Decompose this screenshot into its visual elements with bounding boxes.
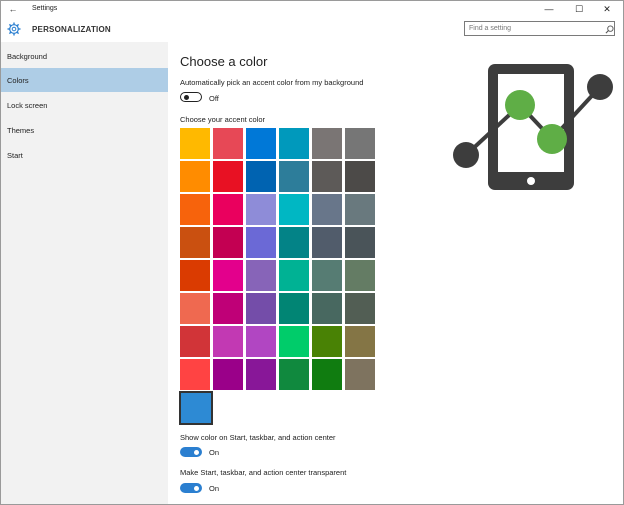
color-swatch[interactable] xyxy=(246,326,276,357)
color-swatch[interactable] xyxy=(312,128,342,159)
color-swatch[interactable] xyxy=(345,161,375,192)
transparent-toggle[interactable] xyxy=(180,483,202,493)
section-title: Choose a color xyxy=(180,54,268,69)
color-swatch[interactable] xyxy=(279,293,309,324)
search-icon[interactable] xyxy=(605,25,614,34)
color-swatch[interactable] xyxy=(312,359,342,390)
color-swatch[interactable] xyxy=(213,293,243,324)
color-swatch[interactable] xyxy=(345,194,375,225)
show-color-toggle[interactable] xyxy=(180,447,202,457)
color-swatch[interactable] xyxy=(213,128,243,159)
settings-window: ← Settings — ☐ ✕ PERSONALIZATION Find a … xyxy=(0,0,624,505)
color-swatch[interactable] xyxy=(246,194,276,225)
sidebar-item-label: Themes xyxy=(7,126,35,135)
sidebar-item-label: Colors xyxy=(7,76,29,85)
color-swatch[interactable] xyxy=(246,359,276,390)
color-swatch[interactable] xyxy=(345,260,375,291)
color-swatch[interactable] xyxy=(180,194,210,225)
show-color-state: On xyxy=(209,448,220,457)
color-swatch[interactable] xyxy=(312,161,342,192)
color-swatch[interactable] xyxy=(246,161,276,192)
color-swatch[interactable] xyxy=(180,128,210,159)
show-color-label: Show color on Start, taskbar, and action… xyxy=(180,433,336,442)
toggle-knob xyxy=(194,485,199,491)
window-title: Settings xyxy=(32,5,58,12)
accent-color-label: Choose your accent color xyxy=(180,115,266,124)
color-swatch[interactable] xyxy=(180,161,210,192)
color-swatch[interactable] xyxy=(312,326,342,357)
sidebar: Background Colors Lock screen Themes Sta… xyxy=(1,42,168,504)
close-button[interactable]: ✕ xyxy=(593,1,621,18)
color-swatch[interactable] xyxy=(345,359,375,390)
color-swatch[interactable] xyxy=(279,161,309,192)
color-swatch[interactable] xyxy=(279,194,309,225)
sidebar-item-start[interactable]: Start xyxy=(1,143,168,167)
back-arrow-icon[interactable]: ← xyxy=(7,3,19,15)
auto-pick-toggle[interactable] xyxy=(180,92,202,102)
color-swatch[interactable] xyxy=(213,260,243,291)
color-swatch[interactable] xyxy=(345,128,375,159)
color-swatch[interactable] xyxy=(312,194,342,225)
page-title: PERSONALIZATION xyxy=(32,25,111,34)
color-swatch[interactable] xyxy=(213,194,243,225)
color-swatch[interactable] xyxy=(246,227,276,258)
color-swatch[interactable] xyxy=(213,359,243,390)
selected-accent-color[interactable] xyxy=(179,391,213,425)
color-swatch[interactable] xyxy=(312,293,342,324)
color-swatch[interactable] xyxy=(345,293,375,324)
sidebar-item-label: Lock screen xyxy=(7,101,48,110)
color-swatch[interactable] xyxy=(180,260,210,291)
sidebar-item-themes[interactable]: Themes xyxy=(1,118,168,142)
color-swatch[interactable] xyxy=(246,293,276,324)
color-swatch[interactable] xyxy=(279,260,309,291)
color-swatch[interactable] xyxy=(246,260,276,291)
accent-color-grid xyxy=(180,128,380,394)
phone-graph-logo-icon xyxy=(453,64,613,190)
color-swatch[interactable] xyxy=(279,128,309,159)
color-swatch[interactable] xyxy=(279,359,309,390)
color-swatch[interactable] xyxy=(213,326,243,357)
color-swatch[interactable] xyxy=(180,227,210,258)
minimize-button[interactable]: — xyxy=(535,1,563,18)
color-swatch[interactable] xyxy=(345,227,375,258)
toggle-knob xyxy=(194,449,199,455)
color-swatch[interactable] xyxy=(312,260,342,291)
sidebar-item-lock-screen[interactable]: Lock screen xyxy=(1,93,168,117)
sidebar-item-label: Background xyxy=(7,52,48,61)
color-swatch[interactable] xyxy=(213,161,243,192)
maximize-button[interactable]: ☐ xyxy=(565,1,593,18)
transparent-state: On xyxy=(209,484,220,493)
color-swatch[interactable] xyxy=(279,227,309,258)
sidebar-item-label: Start xyxy=(7,151,23,160)
toggle-knob xyxy=(184,94,189,100)
color-swatch[interactable] xyxy=(180,359,210,390)
color-swatch[interactable] xyxy=(279,326,309,357)
transparent-label: Make Start, taskbar, and action center t… xyxy=(180,468,347,477)
color-swatch[interactable] xyxy=(213,227,243,258)
color-swatch[interactable] xyxy=(345,326,375,357)
sidebar-item-background[interactable]: Background xyxy=(1,44,168,68)
auto-pick-state: Off xyxy=(209,94,219,103)
color-swatch[interactable] xyxy=(180,326,210,357)
gear-icon xyxy=(7,22,21,36)
title-bar: ← Settings — ☐ ✕ xyxy=(1,1,623,18)
sidebar-item-colors[interactable]: Colors xyxy=(1,68,168,92)
color-swatch[interactable] xyxy=(312,227,342,258)
color-swatch[interactable] xyxy=(246,128,276,159)
page-header: PERSONALIZATION Find a setting xyxy=(1,18,623,42)
search-input[interactable]: Find a setting xyxy=(464,21,615,36)
auto-pick-label: Automatically pick an accent color from … xyxy=(180,78,364,87)
color-swatch[interactable] xyxy=(180,293,210,324)
